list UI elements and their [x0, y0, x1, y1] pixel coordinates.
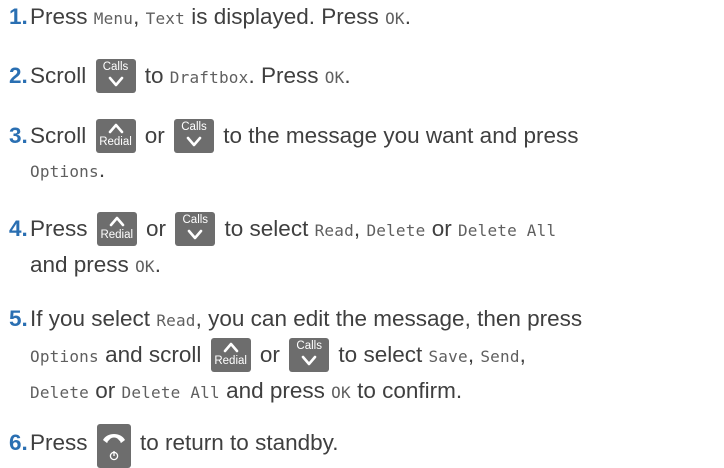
- step-text: to the message you want and press: [217, 123, 579, 148]
- step-4: 4.Press Redial or Calls to select Read, …: [9, 212, 721, 284]
- calls-down-key: Calls: [95, 59, 136, 93]
- step-number: 3.: [9, 123, 28, 148]
- display-text: Delete All: [121, 383, 220, 402]
- display-text: Send: [480, 347, 520, 366]
- step-text: is displayed. Press: [184, 4, 386, 29]
- calls-key-label: Calls: [102, 61, 129, 73]
- chevron-up-icon: [109, 216, 125, 227]
- step-text: ,: [519, 342, 526, 367]
- step-text: ,: [467, 342, 481, 367]
- instruction-steps: 1.Press Menu, Text is displayed. Press O…: [0, 0, 724, 468]
- display-text: Draftbox: [169, 68, 249, 87]
- step-text: to confirm.: [350, 378, 463, 403]
- step-text: Press: [30, 4, 94, 29]
- phone-hangup-icon: [102, 434, 125, 461]
- step-text: and press: [219, 378, 332, 403]
- step-text: ,: [133, 4, 146, 29]
- redial-key-label: Redial: [99, 136, 132, 148]
- step-4-continued: and press OK.: [9, 248, 721, 284]
- display-text: Text: [145, 9, 185, 28]
- redial-up-key: Redial: [95, 119, 136, 153]
- display-text: OK: [135, 257, 155, 276]
- calls-down-key: Calls: [174, 119, 215, 153]
- step-text: .: [404, 4, 411, 29]
- display-text: OK: [385, 9, 405, 28]
- step-5-continued-2: Delete or Delete All and press OK to con…: [9, 374, 721, 410]
- display-text: Delete All: [457, 221, 557, 240]
- display-text: Delete: [366, 221, 426, 240]
- display-text: Save: [428, 347, 468, 366]
- step-text: .: [98, 157, 106, 182]
- step-text: or: [425, 216, 458, 241]
- calls-key-label: Calls: [182, 214, 209, 226]
- step-text: or: [253, 342, 287, 367]
- chevron-down-icon: [186, 136, 202, 147]
- step-text: and press: [30, 252, 136, 277]
- step-text: and scroll: [98, 342, 208, 367]
- step-number: 1.: [9, 4, 28, 29]
- step-text: Scroll: [30, 63, 93, 88]
- step-text: to select: [218, 216, 315, 241]
- step-text: If you select: [30, 306, 157, 331]
- step-number: 6.: [9, 430, 28, 455]
- redial-key-label: Redial: [214, 355, 247, 367]
- chevron-down-icon: [187, 229, 203, 240]
- step-text: .: [344, 63, 351, 88]
- end-call-key: [96, 424, 131, 468]
- step-text: , you can edit the message, then press: [195, 306, 583, 331]
- calls-down-key: Calls: [175, 212, 216, 246]
- display-text: Options: [30, 162, 99, 181]
- step-3-continued: Options.: [9, 153, 721, 189]
- chevron-down-icon: [108, 76, 123, 87]
- step-1: 1.Press Menu, Text is displayed. Press O…: [9, 0, 721, 36]
- step-2: 2.Scroll Calls to Draftbox. Press OK.: [9, 59, 721, 95]
- display-text: Options: [30, 347, 99, 366]
- display-text: Menu: [93, 9, 134, 28]
- step-number: 2.: [9, 63, 28, 88]
- step-5-continued: Options and scroll Redial or Calls to se…: [9, 338, 721, 374]
- step-text: ,: [353, 216, 367, 241]
- step-number: 4.: [9, 216, 28, 241]
- step-text: to: [138, 63, 170, 88]
- step-text: . Press: [248, 63, 325, 88]
- display-text: Read: [314, 221, 354, 240]
- step-text: Press: [30, 430, 94, 455]
- redial-up-key: Redial: [210, 338, 251, 372]
- step-text: to return to standby.: [133, 430, 339, 455]
- step-text: to select: [332, 342, 429, 367]
- step-number: 5.: [9, 306, 28, 331]
- step-text: Press: [30, 216, 94, 241]
- step-5: 5.If you select Read, you can edit the m…: [9, 302, 721, 410]
- display-text: OK: [331, 383, 351, 402]
- calls-key-label: Calls: [181, 121, 207, 133]
- chevron-up-icon: [108, 123, 123, 134]
- display-text: Delete: [30, 383, 89, 402]
- display-text: OK: [324, 68, 345, 87]
- step-text: or: [138, 123, 172, 148]
- chevron-up-icon: [223, 342, 238, 353]
- redial-key-label: Redial: [100, 229, 134, 241]
- display-text: Read: [156, 311, 196, 330]
- step-text: Scroll: [30, 123, 93, 148]
- step-text: or: [89, 378, 122, 403]
- step-3: 3.Scroll Redial or Calls to the message …: [9, 119, 721, 189]
- calls-key-label: Calls: [296, 340, 322, 352]
- step-text: or: [139, 216, 173, 241]
- chevron-down-icon: [301, 355, 317, 366]
- redial-up-key: Redial: [96, 212, 137, 246]
- calls-down-key: Calls: [289, 338, 330, 372]
- step-6: 6.Press to return to standby.: [9, 424, 721, 468]
- step-text: .: [154, 252, 161, 277]
